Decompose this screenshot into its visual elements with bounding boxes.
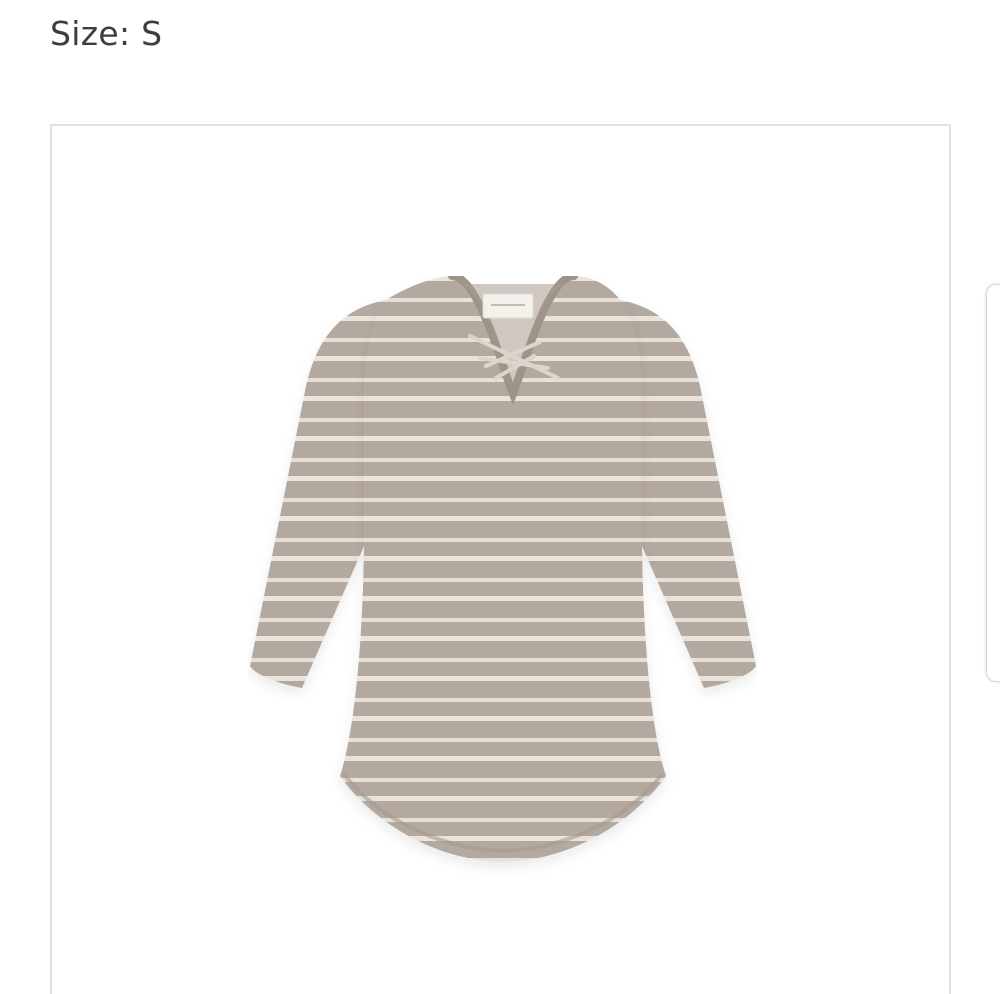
product-page: Size: S bbox=[0, 0, 1000, 994]
striped-top-image bbox=[250, 276, 756, 862]
product-image-frame[interactable] bbox=[50, 124, 951, 994]
size-label: Size: S bbox=[50, 14, 163, 53]
scroll-handle[interactable] bbox=[986, 284, 1000, 682]
